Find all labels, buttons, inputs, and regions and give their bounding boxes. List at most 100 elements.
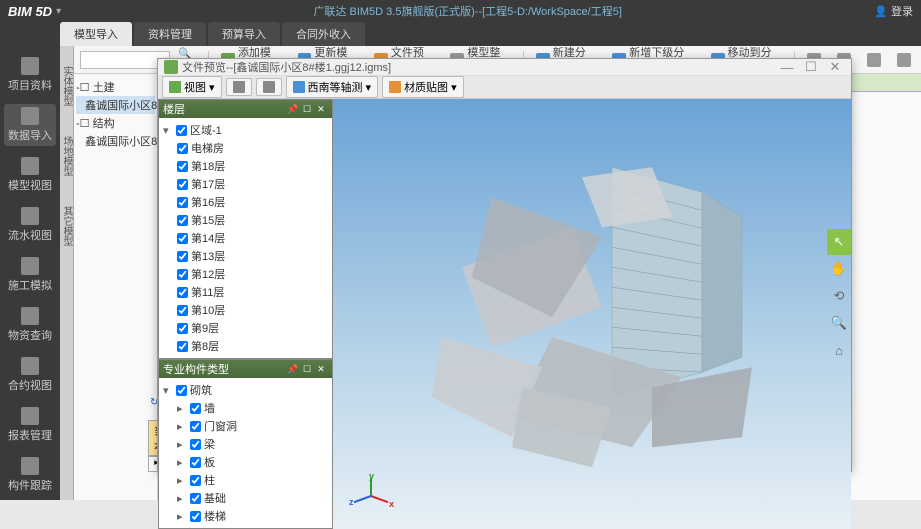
checkbox[interactable]	[190, 457, 201, 468]
compass-icon	[293, 81, 305, 93]
3d-viewport[interactable]: x y z ↖ ✋ ⟲ 🔍 ⌂	[333, 99, 851, 529]
box-icon	[21, 307, 39, 325]
tree-node[interactable]: -☐ 土建	[76, 78, 155, 96]
tool-icon	[867, 53, 881, 67]
model-tree: -☐ 土建 鑫诚国际小区8#… -☐ 结构 鑫诚国际小区8#…	[74, 74, 158, 500]
close-button[interactable]: ✕	[825, 59, 845, 75]
flow-icon	[21, 207, 39, 225]
floor-item[interactable]: 第13层	[163, 247, 328, 265]
select-tool[interactable]: ↖	[827, 229, 851, 255]
type-root[interactable]: ▾砌筑	[163, 381, 328, 399]
home-view-tool[interactable]: ⌂	[827, 337, 851, 363]
maximize-button[interactable]: ☐	[801, 59, 821, 75]
tool-btn-2[interactable]	[256, 78, 282, 96]
type-item[interactable]: ▸墙	[163, 399, 328, 417]
nav-component-track[interactable]: 构件跟踪	[4, 454, 56, 496]
window-title: 广联达 BIM5D 3.5旗舰版(正式版)--[工程5-D:/WorkSpace…	[61, 3, 874, 19]
floor-item[interactable]: 第16层	[163, 193, 328, 211]
orbit-tool[interactable]: ⟲	[827, 283, 851, 309]
checkbox[interactable]	[190, 403, 201, 414]
panel-close-button[interactable]: ✕	[314, 364, 328, 375]
floor-item[interactable]: 电梯房	[163, 139, 328, 157]
checkbox[interactable]	[190, 511, 201, 522]
panel-restore-button[interactable]: ☐	[300, 364, 314, 375]
type-item[interactable]: ▸柱	[163, 471, 328, 489]
doc-icon	[21, 357, 39, 375]
tab-model-import[interactable]: 模型导入	[60, 22, 132, 46]
strip-site-model[interactable]: 场地模型	[59, 136, 74, 176]
nav-project-data[interactable]: 项目资料	[4, 54, 56, 96]
preview-title: 文件预览--[鑫诚国际小区8#楼1.ggj12.igms]	[182, 59, 773, 75]
nav-flow-view[interactable]: 流水视图	[4, 204, 56, 246]
strip-entity-model[interactable]: 实体模型	[59, 66, 74, 106]
left-nav: 项目资料 数据导入 模型视图 流水视图 施工模拟 物资查询 合约视图 报表管理 …	[0, 46, 60, 500]
checkbox[interactable]	[177, 143, 188, 154]
nav-report-manage[interactable]: 报表管理	[4, 404, 56, 446]
strip-other-model[interactable]: 其它模型	[59, 206, 74, 246]
pan-tool[interactable]: ✋	[827, 256, 851, 282]
floor-item[interactable]: 第11层	[163, 283, 328, 301]
login-link[interactable]: 👤 登录	[874, 3, 913, 19]
panel-restore-button[interactable]: ☐	[300, 104, 314, 115]
extra-tool-4[interactable]	[893, 51, 915, 69]
track-icon	[21, 457, 39, 475]
nav-data-import[interactable]: 数据导入	[4, 104, 56, 146]
type-item[interactable]: ▸梁	[163, 435, 328, 453]
floor-item[interactable]: 第12层	[163, 265, 328, 283]
types-list[interactable]: ▾砌筑 ▸墙▸门窗洞▸梁▸板▸柱▸基础▸楼梯	[159, 378, 332, 528]
checkbox[interactable]	[190, 493, 201, 504]
checkbox[interactable]	[177, 179, 188, 190]
floor-item[interactable]: 第15层	[163, 211, 328, 229]
tree-node[interactable]: 鑫诚国际小区8#…	[76, 132, 155, 150]
view-menu[interactable]: 视图 ▾	[162, 76, 222, 98]
tab-data-manage[interactable]: 资料管理	[134, 22, 206, 46]
checkbox[interactable]	[177, 215, 188, 226]
panel-pin-button[interactable]: 📌	[286, 104, 300, 115]
tree-node[interactable]: -☐ 结构	[76, 114, 155, 132]
checkbox[interactable]	[177, 161, 188, 172]
tool-btn-1[interactable]	[226, 78, 252, 96]
floors-list[interactable]: ▾区域-1 电梯房第18层第17层第16层第15层第14层第13层第12层第11…	[159, 118, 332, 358]
type-item[interactable]: ▸楼梯	[163, 507, 328, 525]
nav-contract-view[interactable]: 合约视图	[4, 354, 56, 396]
type-item[interactable]: ▸板	[163, 453, 328, 471]
nav-material-query[interactable]: 物资查询	[4, 304, 56, 346]
zoom-tool[interactable]: 🔍	[827, 310, 851, 336]
checkbox[interactable]	[177, 269, 188, 280]
nav-construction-sim[interactable]: 施工模拟	[4, 254, 56, 296]
checkbox[interactable]	[176, 125, 187, 136]
floor-item[interactable]: 第10层	[163, 301, 328, 319]
checkbox[interactable]	[177, 251, 188, 262]
floors-panel-header: 楼层 📌 ☐ ✕	[159, 100, 332, 118]
minimize-button[interactable]: —	[777, 60, 797, 75]
floor-item[interactable]: 第14层	[163, 229, 328, 247]
panel-close-button[interactable]: ✕	[314, 104, 328, 115]
material-menu[interactable]: 材质贴图 ▾	[382, 76, 464, 98]
checkbox[interactable]	[177, 197, 188, 208]
checkbox[interactable]	[177, 233, 188, 244]
checkbox[interactable]	[190, 475, 201, 486]
floor-item[interactable]: 第18层	[163, 157, 328, 175]
checkbox[interactable]	[177, 341, 188, 352]
texture-icon	[389, 81, 401, 93]
floor-root[interactable]: ▾区域-1	[163, 121, 328, 139]
extra-tool-3[interactable]	[863, 51, 885, 69]
checkbox[interactable]	[177, 305, 188, 316]
type-item[interactable]: ▸门窗洞	[163, 417, 328, 435]
checkbox[interactable]	[177, 287, 188, 298]
checkbox[interactable]	[176, 385, 187, 396]
type-item[interactable]: ▸基础	[163, 489, 328, 507]
floor-item[interactable]: 第9层	[163, 319, 328, 337]
checkbox[interactable]	[190, 439, 201, 450]
floor-item[interactable]: 第17层	[163, 175, 328, 193]
panel-pin-button[interactable]: 📌	[286, 364, 300, 375]
nav-model-view[interactable]: 模型视图	[4, 154, 56, 196]
orientation-menu[interactable]: 西南等轴测 ▾	[286, 76, 379, 98]
tree-node[interactable]: 鑫诚国际小区8#…	[76, 96, 155, 114]
axis-gizmo: x y z	[351, 475, 391, 515]
sim-icon	[21, 257, 39, 275]
checkbox[interactable]	[190, 421, 201, 432]
checkbox[interactable]	[177, 323, 188, 334]
floor-item[interactable]: 第8层	[163, 337, 328, 355]
model-category-strip: 实体模型 场地模型 其它模型	[60, 46, 74, 500]
